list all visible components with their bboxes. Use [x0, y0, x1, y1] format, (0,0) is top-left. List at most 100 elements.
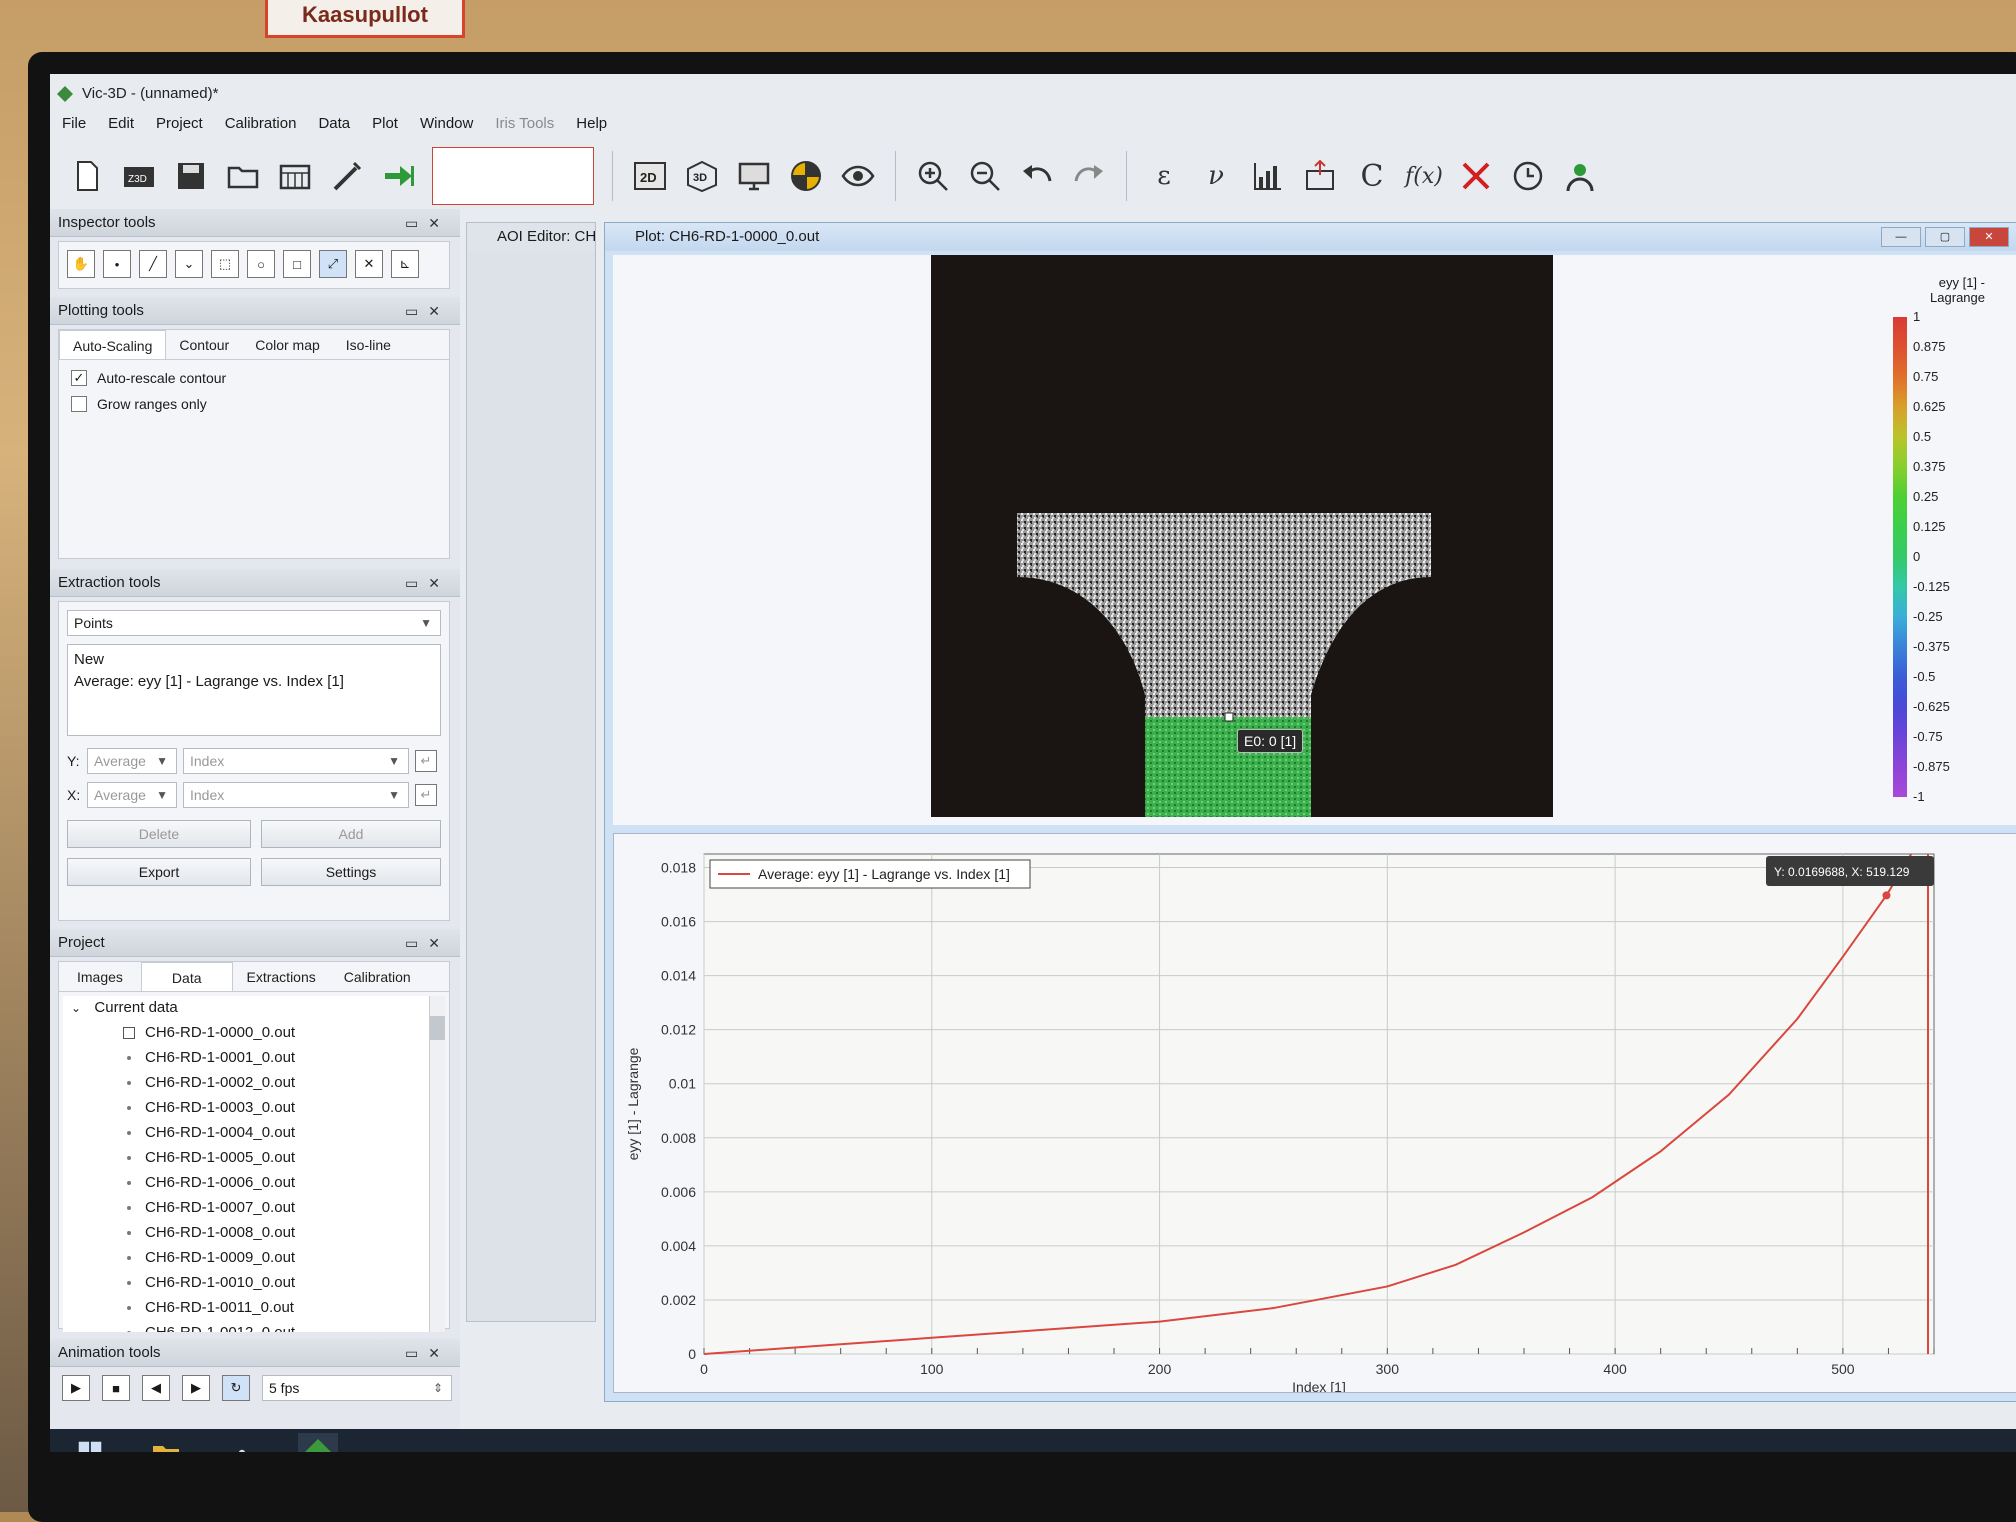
- open-z3d-icon[interactable]: Z3D: [120, 157, 158, 195]
- file-list-item[interactable]: CH6-RD-1-0005_0.out: [63, 1145, 445, 1170]
- fps-select[interactable]: 5 fps ⇕: [262, 1375, 452, 1401]
- epsilon-icon[interactable]: ε: [1145, 157, 1183, 195]
- file-list-item[interactable]: CH6-RD-1-0001_0.out: [63, 1045, 445, 1070]
- x-apply-icon[interactable]: ↵: [415, 784, 437, 806]
- file-list-item[interactable]: CH6-RD-1-0007_0.out: [63, 1195, 445, 1220]
- tab-contour[interactable]: Contour: [166, 330, 242, 359]
- file-list-item[interactable]: CH6-RD-1-0011_0.out: [63, 1295, 445, 1320]
- menu-data[interactable]: Data: [318, 110, 350, 138]
- c-icon[interactable]: C: [1353, 157, 1391, 195]
- zoom-in-icon[interactable]: [914, 157, 952, 195]
- zoom-out-icon[interactable]: [966, 157, 1004, 195]
- file-list-item[interactable]: CH6-RD-1-0008_0.out: [63, 1220, 445, 1245]
- delete-x-icon[interactable]: [1457, 157, 1495, 195]
- y-apply-icon[interactable]: ↵: [415, 750, 437, 772]
- specimen-image[interactable]: E0: 0 [1]: [931, 255, 1553, 817]
- person-icon[interactable]: [1561, 157, 1599, 195]
- stop-icon[interactable]: ■: [102, 1375, 130, 1401]
- 2d-view-icon[interactable]: 2D: [631, 157, 669, 195]
- extraction-point[interactable]: [1224, 712, 1234, 722]
- extraction-list[interactable]: New Average: eyy [1] - Lagrange vs. Inde…: [67, 644, 441, 736]
- minimize-icon[interactable]: —: [1881, 227, 1921, 247]
- scrollbar[interactable]: [429, 996, 445, 1332]
- open-folder-icon[interactable]: [224, 157, 262, 195]
- maximize-icon[interactable]: ▢: [1925, 227, 1965, 247]
- rect-tool-icon[interactable]: ⬚: [211, 250, 239, 278]
- target-icon[interactable]: [787, 157, 825, 195]
- delete-tool-icon[interactable]: ✕: [355, 250, 383, 278]
- run-arrow-icon[interactable]: [380, 157, 418, 195]
- grow-ranges-checkbox-row[interactable]: Grow ranges only: [71, 396, 449, 412]
- vic3d-app-icon[interactable]: [298, 1433, 338, 1452]
- file-explorer-icon[interactable]: [146, 1433, 186, 1452]
- eye-icon[interactable]: [839, 157, 877, 195]
- loop-icon[interactable]: ↻: [222, 1375, 250, 1401]
- extraction-list-item[interactable]: New: [74, 649, 434, 671]
- panel-float-close-icons[interactable]: ▭✕: [405, 209, 450, 237]
- project-tree[interactable]: ⌄ Current data CH6-RD-1-0000_0.out CH6-RD…: [63, 996, 445, 1332]
- panel-float-close-icons[interactable]: ▭✕: [405, 1339, 450, 1367]
- 3d-view-icon[interactable]: 3D: [683, 157, 721, 195]
- file-list-item[interactable]: CH6-RD-1-0010_0.out: [63, 1270, 445, 1295]
- panel-float-close-icons[interactable]: ▭✕: [405, 929, 450, 957]
- menu-iris-tools[interactable]: Iris Tools: [495, 110, 554, 138]
- tab-auto-scaling[interactable]: Auto-Scaling: [59, 330, 167, 359]
- panel-float-close-icons[interactable]: ▭✕: [405, 569, 450, 597]
- tab-data[interactable]: Data: [140, 962, 233, 991]
- tab-calibration[interactable]: Calibration: [330, 962, 425, 991]
- tree-group[interactable]: ⌄ Current data: [63, 996, 445, 1020]
- menu-window[interactable]: Window: [420, 110, 473, 138]
- tab-extractions[interactable]: Extractions: [233, 962, 330, 991]
- save-icon[interactable]: [172, 157, 210, 195]
- file-list-item[interactable]: CH6-RD-1-0003_0.out: [63, 1095, 445, 1120]
- play-icon[interactable]: ▶: [62, 1375, 90, 1401]
- y-aggregate-select[interactable]: Average ▼: [87, 748, 177, 774]
- menu-help[interactable]: Help: [576, 110, 607, 138]
- nu-icon[interactable]: ν: [1197, 157, 1235, 195]
- windows-start-icon[interactable]: [70, 1433, 110, 1452]
- spinner-icon[interactable]: ⇕: [433, 1376, 443, 1400]
- settings-button[interactable]: Settings: [260, 858, 441, 886]
- redo-icon[interactable]: [1070, 157, 1108, 195]
- tab-color-map[interactable]: Color map: [242, 330, 333, 359]
- square-tool-icon[interactable]: □: [283, 250, 311, 278]
- clock-icon[interactable]: [1509, 157, 1547, 195]
- calendar-grid-icon[interactable]: [276, 157, 314, 195]
- auto-rescale-checkbox[interactable]: ✓: [71, 370, 87, 386]
- tab-iso-line[interactable]: Iso-line: [333, 330, 404, 359]
- polyline-tool-icon[interactable]: ⌄: [175, 250, 203, 278]
- chart-icon[interactable]: [1249, 157, 1287, 195]
- grow-ranges-checkbox[interactable]: [71, 396, 87, 412]
- menu-edit[interactable]: Edit: [108, 110, 134, 138]
- wand-icon[interactable]: [328, 157, 366, 195]
- x-aggregate-select[interactable]: Average ▼: [87, 782, 177, 808]
- line-chart[interactable]: 0 0.002 0.004 0.006 0.008 0.01 0.012 0.014 0.016…: [614, 834, 2016, 1395]
- overview-thumbnail[interactable]: [432, 147, 594, 205]
- export-button[interactable]: Export: [67, 858, 251, 886]
- file-list-item[interactable]: CH6-RD-1-0000_0.out: [63, 1020, 445, 1045]
- extraction-list-item[interactable]: Average: eyy [1] - Lagrange vs. Index [1…: [74, 671, 434, 693]
- point-tool-icon[interactable]: •: [103, 250, 131, 278]
- menu-calibration[interactable]: Calibration: [225, 110, 297, 138]
- extraction-mode-select[interactable]: Points ▼: [67, 610, 441, 636]
- menu-plot[interactable]: Plot: [372, 110, 398, 138]
- y-variable-select[interactable]: Index ▼: [183, 748, 409, 774]
- file-list-item[interactable]: CH6-RD-1-0009_0.out: [63, 1245, 445, 1270]
- step-back-icon[interactable]: ◀: [142, 1375, 170, 1401]
- x-variable-select[interactable]: Index ▼: [183, 782, 409, 808]
- network-icon[interactable]: [222, 1433, 262, 1452]
- pan-hand-icon[interactable]: ✋: [67, 250, 95, 278]
- export-icon[interactable]: [1301, 157, 1339, 195]
- auto-rescale-checkbox-row[interactable]: ✓ Auto-rescale contour: [71, 370, 449, 386]
- delete-button[interactable]: Delete: [67, 820, 251, 848]
- line-tool-icon[interactable]: ╱: [139, 250, 167, 278]
- monitor-icon[interactable]: [735, 157, 773, 195]
- tab-images[interactable]: Images: [59, 962, 141, 991]
- extensometer-tool-icon[interactable]: ⤢: [319, 250, 347, 278]
- step-forward-icon[interactable]: ▶: [182, 1375, 210, 1401]
- axes-tool-icon[interactable]: ⊾: [391, 250, 419, 278]
- file-list-item[interactable]: CH6-RD-1-0004_0.out: [63, 1120, 445, 1145]
- circle-tool-icon[interactable]: ○: [247, 250, 275, 278]
- file-list-item[interactable]: CH6-RD-1-0002_0.out: [63, 1070, 445, 1095]
- undo-icon[interactable]: [1018, 157, 1056, 195]
